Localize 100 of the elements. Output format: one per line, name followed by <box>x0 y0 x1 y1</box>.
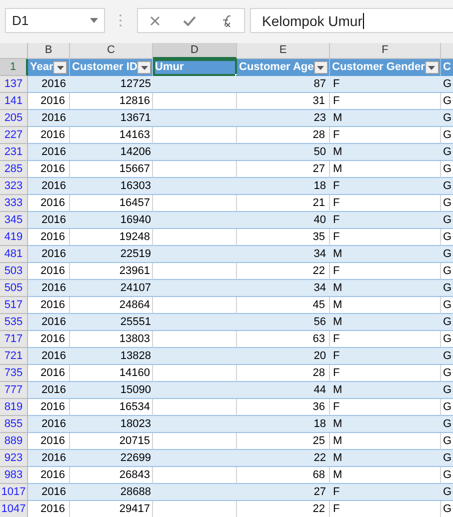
row-number[interactable]: 1 <box>0 59 28 76</box>
column-header[interactable]: B <box>28 43 70 59</box>
column-header[interactable]: E <box>237 43 330 59</box>
gender-cell: M <box>330 433 441 450</box>
age-cell: 28 <box>237 127 330 144</box>
row-number[interactable]: 1017 <box>0 484 28 501</box>
age-cell: 68 <box>237 467 330 484</box>
gender-cell: F <box>330 127 441 144</box>
table-cell: G <box>441 195 453 212</box>
name-box[interactable]: D1 <box>5 8 105 33</box>
filter-dropdown-button[interactable] <box>137 61 152 74</box>
cell-reference: D1 <box>12 12 29 30</box>
age-cell: 63 <box>237 331 330 348</box>
row-number[interactable]: 231 <box>0 144 28 161</box>
filter-dropdown-button[interactable] <box>314 61 328 74</box>
formula-text: Kelompok Umur <box>262 12 364 28</box>
table-cell: G <box>441 450 453 467</box>
year-cell: 2016 <box>28 314 70 331</box>
gender-cell: M <box>330 297 441 314</box>
age-cell: 45 <box>237 297 330 314</box>
age-cell: 25 <box>237 433 330 450</box>
year-cell: 2016 <box>28 110 70 127</box>
row-number[interactable]: 889 <box>0 433 28 450</box>
customer-id-cell: 22699 <box>70 450 153 467</box>
row-number[interactable]: 333 <box>0 195 28 212</box>
gender-cell: F <box>330 365 441 382</box>
table-cell: G <box>441 331 453 348</box>
year-cell: 2016 <box>28 484 70 501</box>
table-cell: G <box>441 144 453 161</box>
row-number[interactable]: 345 <box>0 212 28 229</box>
close-icon[interactable] <box>150 16 160 26</box>
gender-cell: F <box>330 348 441 365</box>
filter-dropdown-button[interactable] <box>424 61 439 74</box>
column-header[interactable]: F <box>330 43 441 59</box>
year-cell: 2016 <box>28 263 70 280</box>
customer-id-cell: 14163 <box>70 127 153 144</box>
customer-id-cell: 15667 <box>70 161 153 178</box>
row-number[interactable]: 535 <box>0 314 28 331</box>
age-cell: 31 <box>237 93 330 110</box>
table-cell: G <box>441 399 453 416</box>
customer-id-cell: 16940 <box>70 212 153 229</box>
row-number[interactable]: 481 <box>0 246 28 263</box>
row-number[interactable]: 517 <box>0 297 28 314</box>
row-number[interactable]: 855 <box>0 416 28 433</box>
year-cell: 2016 <box>28 348 70 365</box>
row-number[interactable]: 227 <box>0 127 28 144</box>
row-number[interactable]: 137 <box>0 76 28 93</box>
row-number[interactable]: 505 <box>0 280 28 297</box>
year-cell: 2016 <box>28 195 70 212</box>
customer-id-cell: 15090 <box>70 382 153 399</box>
row-number[interactable]: 819 <box>0 399 28 416</box>
year-cell: 2016 <box>28 450 70 467</box>
gender-cell: M <box>330 416 441 433</box>
year-cell: 2016 <box>28 416 70 433</box>
caret-icon <box>428 66 436 70</box>
age-cell: 18 <box>237 416 330 433</box>
row-number[interactable]: 923 <box>0 450 28 467</box>
age-cell: 28 <box>237 365 330 382</box>
caret-icon <box>317 66 324 70</box>
row-number[interactable]: 721 <box>0 348 28 365</box>
table-cell: G <box>441 433 453 450</box>
formula-bar-field[interactable]: Kelompok Umur <box>250 8 453 33</box>
year-cell: 2016 <box>28 229 70 246</box>
gender-cell: M <box>330 144 441 161</box>
gender-cell: F <box>330 195 441 212</box>
row-number[interactable]: 735 <box>0 365 28 382</box>
row-number[interactable]: 983 <box>0 467 28 484</box>
customer-id-cell: 16534 <box>70 399 153 416</box>
header-text: Customer Age <box>239 60 314 76</box>
checkmark-icon[interactable] <box>182 16 196 26</box>
row-number[interactable]: 717 <box>0 331 28 348</box>
row-number[interactable]: 285 <box>0 161 28 178</box>
row-number[interactable]: 1047 <box>0 501 28 517</box>
year-cell: 2016 <box>28 212 70 229</box>
column-header[interactable]: D <box>153 43 237 59</box>
column-header[interactable]: C <box>70 43 153 59</box>
caret-icon <box>140 66 148 70</box>
table-cell: G <box>441 229 453 246</box>
age-cell: 50 <box>237 144 330 161</box>
table-cell: G <box>441 161 453 178</box>
year-cell: 2016 <box>28 280 70 297</box>
gender-cell: M <box>330 280 441 297</box>
row-number[interactable]: 323 <box>0 178 28 195</box>
customer-id-cell: 18023 <box>70 416 153 433</box>
customer-id-cell: 20715 <box>70 433 153 450</box>
gender-cell: F <box>330 229 441 246</box>
row-number[interactable]: 419 <box>0 229 28 246</box>
row-number[interactable]: 205 <box>0 110 28 127</box>
header-text: Year <box>30 60 54 76</box>
header-text: Customer Gender <box>332 60 425 76</box>
customer-id-cell: 13671 <box>70 110 153 127</box>
table-cell: G <box>441 212 453 229</box>
row-number[interactable]: 777 <box>0 382 28 399</box>
age-cell: 35 <box>237 229 330 246</box>
row-number[interactable]: 141 <box>0 93 28 110</box>
filter-dropdown-button[interactable] <box>53 61 68 74</box>
row-number[interactable]: 503 <box>0 263 28 280</box>
age-cell: 44 <box>237 382 330 399</box>
gender-cell: M <box>330 246 441 263</box>
table-cell: G <box>441 280 453 297</box>
